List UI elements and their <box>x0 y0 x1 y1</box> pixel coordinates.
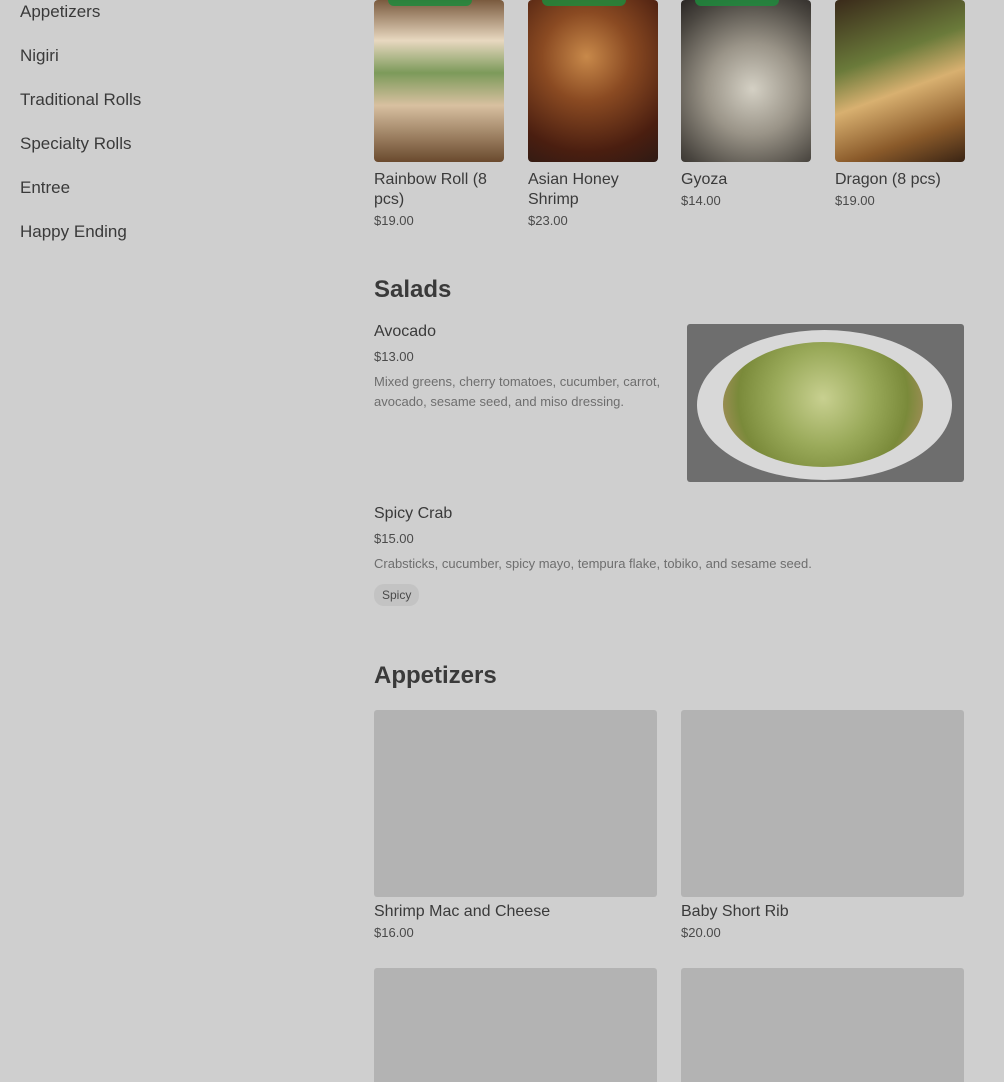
menu-item-baby-short-rib[interactable]: Baby Short Rib $20.00 <box>681 710 964 940</box>
item-name: Gyoza <box>681 171 728 188</box>
item-name: Rainbow Roll (8 pcs) <box>374 171 487 208</box>
menu-item-shrimp-mac-and-cheese[interactable]: Shrimp Mac and Cheese $16.00 <box>374 710 657 940</box>
featured-badge <box>388 0 472 6</box>
item-price: $19.00 <box>835 193 875 208</box>
featured-card-dragon[interactable]: Dragon (8 pcs) $19.00 <box>835 0 965 208</box>
item-name: Asian Honey Shrimp <box>528 171 619 208</box>
salads-heading: Salads <box>374 276 452 303</box>
spicy-tag: Spicy <box>374 584 420 606</box>
image-placeholder <box>681 968 964 1082</box>
avocado-salad-photo <box>687 324 964 482</box>
sidebar-item-happy-ending[interactable]: Happy Ending <box>20 222 127 242</box>
item-name: Avocado <box>374 323 436 340</box>
sidebar-item-appetizers[interactable]: Appetizers <box>20 2 100 22</box>
featured-card-asian-honey-shrimp[interactable]: Asian Honey Shrimp $23.00 <box>528 0 658 228</box>
menu-item-spicy-crab[interactable]: Spicy Crab $15.00 Crabsticks, cucumber, … <box>374 505 964 606</box>
appetizers-heading: Appetizers <box>374 662 497 689</box>
asian-honey-shrimp-photo <box>528 0 658 162</box>
salad-greens <box>723 342 923 467</box>
sidebar-item-entree[interactable]: Entree <box>20 178 70 198</box>
image-placeholder <box>374 710 657 897</box>
item-price: $20.00 <box>681 925 721 940</box>
gyoza-photo <box>681 0 811 162</box>
item-name: Spicy Crab <box>374 505 453 522</box>
item-price: $14.00 <box>681 193 721 208</box>
item-name: Dragon (8 pcs) <box>835 171 941 188</box>
item-description: Mixed greens, cherry tomatoes, cucumber,… <box>374 374 661 409</box>
item-price: $13.00 <box>374 349 414 364</box>
featured-card-gyoza[interactable]: Gyoza $14.00 <box>681 0 811 208</box>
item-price: $15.00 <box>374 531 414 546</box>
sidebar-item-nigiri[interactable]: Nigiri <box>20 46 59 66</box>
menu-item-avocado[interactable]: Avocado $13.00 Mixed greens, cherry toma… <box>374 323 664 412</box>
image-placeholder <box>681 710 964 897</box>
item-price: $19.00 <box>374 213 414 228</box>
featured-badge <box>542 0 626 6</box>
rainbow-roll-photo <box>374 0 504 162</box>
item-name: Shrimp Mac and Cheese <box>374 903 551 920</box>
item-price: $23.00 <box>528 213 568 228</box>
item-name: Baby Short Rib <box>681 903 789 920</box>
dragon-roll-photo <box>835 0 965 162</box>
sidebar-item-specialty-rolls[interactable]: Specialty Rolls <box>20 134 132 154</box>
sidebar-item-traditional-rolls[interactable]: Traditional Rolls <box>20 90 141 110</box>
image-placeholder <box>374 968 657 1082</box>
featured-card-rainbow-roll[interactable]: Rainbow Roll (8 pcs) $19.00 <box>374 0 504 228</box>
featured-badge <box>695 0 779 6</box>
item-description: Crabsticks, cucumber, spicy mayo, tempur… <box>374 556 812 571</box>
item-price: $16.00 <box>374 925 414 940</box>
